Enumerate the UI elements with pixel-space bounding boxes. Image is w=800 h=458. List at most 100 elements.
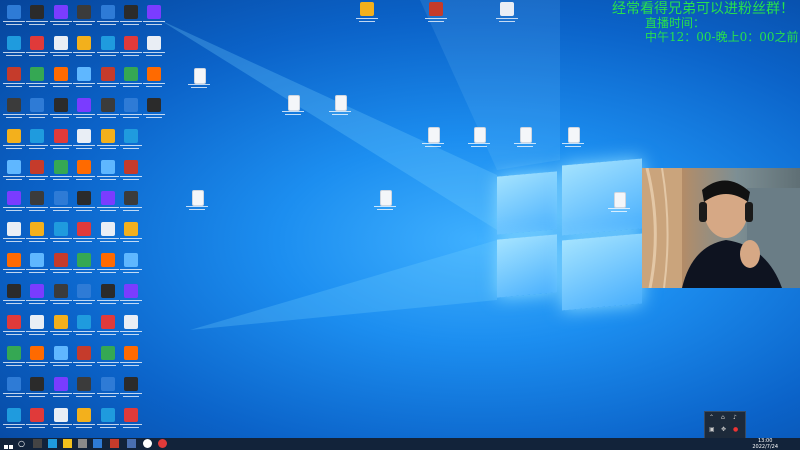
move-icon[interactable]: ✥ xyxy=(721,426,726,433)
desktop-shortcut-icon[interactable] xyxy=(141,34,167,64)
icon-label xyxy=(327,111,353,116)
desktop-shortcut-icon[interactable] xyxy=(71,375,97,405)
desktop-shortcut-icon[interactable] xyxy=(141,65,167,95)
icon-label xyxy=(71,331,97,336)
icon-label xyxy=(71,362,97,367)
icon-label xyxy=(118,362,144,367)
desktop-shortcut-icon[interactable] xyxy=(71,189,97,219)
app-icon xyxy=(30,36,44,50)
desktop-file-icon[interactable] xyxy=(512,125,538,155)
app-icon xyxy=(101,5,115,19)
app-icon xyxy=(77,5,91,19)
desktop-shortcut-icon[interactable] xyxy=(24,375,50,405)
desktop-shortcut-icon[interactable] xyxy=(24,406,50,436)
desktop-shortcut-icon[interactable] xyxy=(24,127,50,157)
app-icon xyxy=(124,284,138,298)
document-icon xyxy=(520,127,532,143)
desktop-file-icon[interactable] xyxy=(494,0,520,30)
system-tray-popup[interactable]: ⌃ ⌂ ♪ ▣ ✥ ● xyxy=(704,411,746,438)
desktop-shortcut-icon[interactable] xyxy=(118,375,144,405)
file-explorer-icon[interactable] xyxy=(63,439,72,448)
desktop-file-icon[interactable] xyxy=(420,125,446,155)
desktop-shortcut-icon[interactable] xyxy=(118,220,144,250)
desktop-file-icon[interactable] xyxy=(280,93,306,123)
taskbar-clock[interactable]: 13:00 2022/7/24 xyxy=(752,438,778,450)
desktop-shortcut-icon[interactable] xyxy=(118,282,144,312)
desktop-shortcut-icon[interactable] xyxy=(71,127,97,157)
desktop-file-icon[interactable] xyxy=(606,190,632,220)
desktop-shortcut-icon[interactable] xyxy=(118,158,144,188)
desktop-shortcut-icon[interactable] xyxy=(24,158,50,188)
desktop-shortcut-icon[interactable] xyxy=(71,158,97,188)
desktop-file-icon[interactable] xyxy=(466,125,492,155)
icon-label xyxy=(24,362,50,367)
edge-icon[interactable] xyxy=(48,439,57,448)
desktop-shortcut-icon[interactable] xyxy=(24,251,50,281)
desktop-shortcut-icon[interactable] xyxy=(118,251,144,281)
search-icon[interactable]: ○ xyxy=(18,439,27,448)
usb-icon[interactable]: ▣ xyxy=(709,426,715,433)
desktop-shortcut-icon[interactable] xyxy=(24,344,50,374)
chevron-icon[interactable]: ⌃ xyxy=(709,414,714,421)
desktop-shortcut-icon[interactable] xyxy=(71,65,97,95)
desktop-shortcut-icon[interactable] xyxy=(24,313,50,343)
windows-start-icon[interactable] xyxy=(4,439,13,454)
desktop-file-icon[interactable] xyxy=(354,0,380,30)
desktop-shortcut-icon[interactable] xyxy=(71,313,97,343)
desktop-shortcut-icon[interactable] xyxy=(71,220,97,250)
desktop-shortcut-icon[interactable] xyxy=(71,34,97,64)
app-icon-1[interactable] xyxy=(78,439,87,448)
record-app-icon[interactable] xyxy=(158,439,167,448)
desktop-file-icon[interactable] xyxy=(372,188,398,218)
app-icon xyxy=(7,160,21,174)
desktop-shortcut-icon[interactable] xyxy=(71,251,97,281)
desktop-shortcut-icon[interactable] xyxy=(118,344,144,374)
desktop-shortcut-icon[interactable] xyxy=(71,96,97,126)
app-icon-4[interactable] xyxy=(127,439,136,448)
desktop-file-icon[interactable] xyxy=(184,188,210,218)
desktop-shortcut-icon[interactable] xyxy=(141,3,167,33)
desktop-shortcut-icon[interactable] xyxy=(118,127,144,157)
desktop-shortcut-icon[interactable] xyxy=(118,313,144,343)
app-icon-2[interactable] xyxy=(93,439,102,448)
desktop-shortcut-icon[interactable] xyxy=(24,3,50,33)
app-icon xyxy=(124,191,138,205)
icon-label xyxy=(560,143,586,148)
desktop-shortcut-icon[interactable] xyxy=(71,282,97,312)
app-icon xyxy=(7,377,21,391)
desktop-shortcut-icon[interactable] xyxy=(71,3,97,33)
desktop-shortcut-icon[interactable] xyxy=(71,344,97,374)
desktop-shortcut-icon[interactable] xyxy=(118,189,144,219)
app-icon xyxy=(101,160,115,174)
desktop-shortcut-icon[interactable] xyxy=(24,34,50,64)
desktop-shortcut-icon[interactable] xyxy=(141,96,167,126)
volume-icon[interactable]: ♪ xyxy=(733,414,737,421)
desktop-shortcut-icon[interactable] xyxy=(24,189,50,219)
desktop-shortcut-icon[interactable] xyxy=(24,96,50,126)
document-icon xyxy=(429,2,443,16)
desktop-shortcut-icon[interactable] xyxy=(71,406,97,436)
desktop-shortcut-icon[interactable] xyxy=(24,220,50,250)
desktop-file-icon[interactable] xyxy=(186,66,212,96)
icon-label xyxy=(71,207,97,212)
app-icon xyxy=(77,346,91,360)
desktop-file-icon[interactable] xyxy=(327,93,353,123)
desktop-shortcut-icon[interactable] xyxy=(118,406,144,436)
app-icon xyxy=(30,284,44,298)
app-icon xyxy=(30,377,44,391)
task-view-icon[interactable] xyxy=(33,439,42,448)
app-icon xyxy=(124,222,138,236)
app-icon xyxy=(7,346,21,360)
record-icon[interactable]: ● xyxy=(733,426,738,433)
network-icon[interactable]: ⌂ xyxy=(721,414,725,421)
app-icon xyxy=(77,36,91,50)
desktop-file-icon[interactable] xyxy=(423,0,449,30)
app-icon xyxy=(54,191,68,205)
icon-label xyxy=(71,424,97,429)
desktop-shortcut-icon[interactable] xyxy=(24,65,50,95)
desktop-file-icon[interactable] xyxy=(560,125,586,155)
app-icon xyxy=(54,377,68,391)
app-icon-5[interactable] xyxy=(143,439,152,448)
app-icon-3[interactable] xyxy=(110,439,119,448)
desktop-shortcut-icon[interactable] xyxy=(24,282,50,312)
